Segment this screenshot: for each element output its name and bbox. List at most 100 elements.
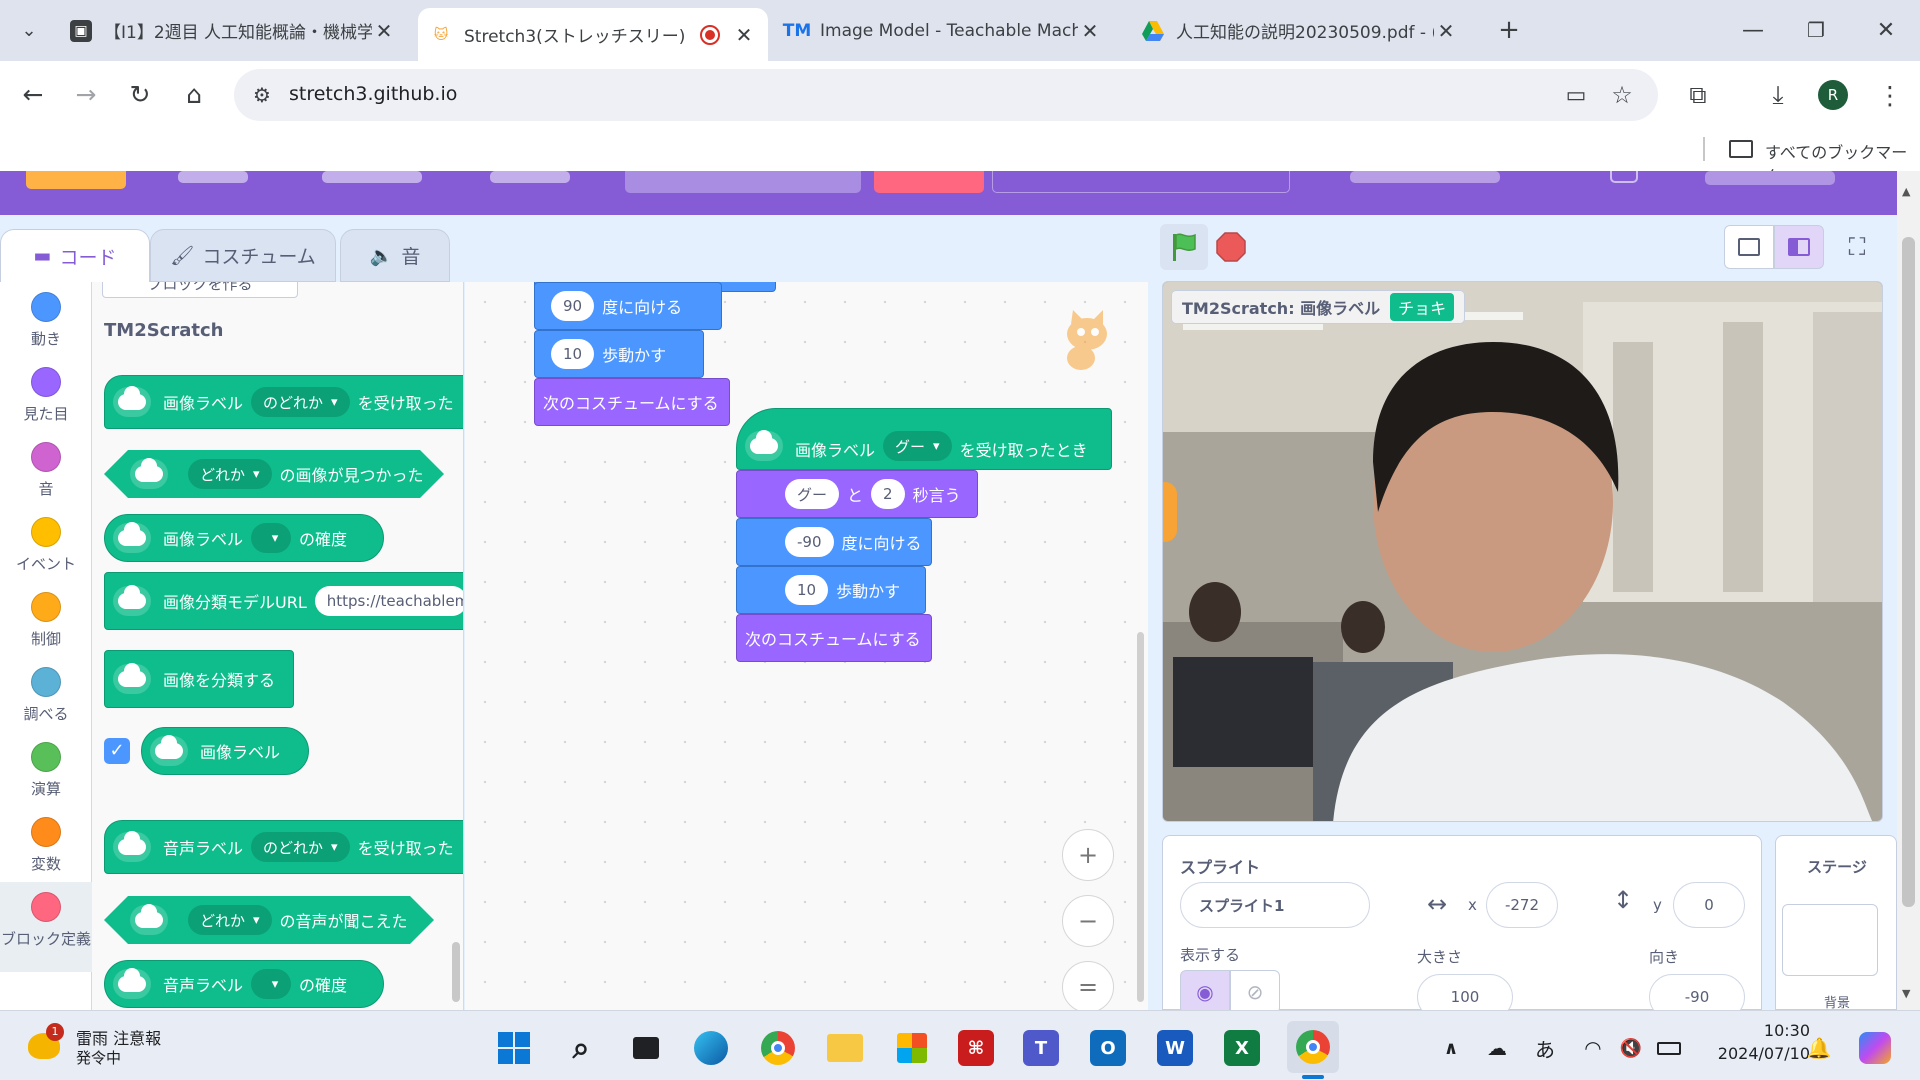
seconds-input[interactable]: 2	[871, 479, 905, 509]
tab-stretch3[interactable]: 🐱 Stretch3(ストレッチスリー) ✕	[418, 8, 768, 61]
battery-icon[interactable]	[1648, 1027, 1690, 1069]
reload-icon[interactable]: ↻	[122, 76, 158, 112]
zoom-out-button[interactable]: −	[1062, 895, 1114, 947]
avatar[interactable]: R	[1818, 80, 1848, 110]
move-steps-block[interactable]: 10 歩動かす	[534, 330, 704, 378]
steps-input[interactable]: 10	[551, 339, 595, 369]
task-view-icon[interactable]	[625, 1027, 667, 1069]
windows-start-icon[interactable]	[493, 1027, 535, 1069]
model-url-input[interactable]: https://teachablem	[314, 586, 463, 616]
label-dropdown[interactable]: のどれか	[251, 832, 350, 862]
close-tab-icon[interactable]: ✕	[372, 19, 396, 43]
tab-classroom[interactable]: ▣ 【I1】2週目 人工知能概論・機械学 ✕	[58, 8, 408, 53]
category-motion[interactable]: 動き	[0, 292, 92, 349]
tab-costume[interactable]: 🖌 コスチューム	[150, 229, 336, 282]
label-dropdown[interactable]: のどれか	[251, 387, 350, 417]
stretch3-logo[interactable]	[26, 171, 126, 189]
steps-input[interactable]: 10	[785, 575, 829, 605]
fullscreen-button[interactable]: ⛶	[1832, 225, 1882, 269]
image-label-received-hat[interactable]: 画像ラベル グー を受け取ったとき	[736, 408, 1112, 470]
label-dropdown[interactable]: どれか	[188, 459, 272, 489]
new-tab-icon[interactable]: +	[1491, 12, 1527, 48]
ime-indicator[interactable]: あ	[1524, 1027, 1566, 1069]
palette-image-confidence-reporter[interactable]: 画像ラベル の確度	[104, 514, 384, 562]
small-stage-button[interactable]	[1724, 225, 1774, 269]
back-icon[interactable]: ←	[15, 76, 51, 112]
site-info-icon[interactable]: ⚙	[244, 77, 280, 113]
search-icon[interactable]: ⌕	[560, 1027, 602, 1069]
point-in-direction-block[interactable]: 90 度に向ける	[534, 282, 722, 330]
home-icon[interactable]: ⌂	[176, 76, 212, 112]
workspace-scrollbar[interactable]	[1137, 632, 1144, 1002]
palette-image-found-boolean[interactable]: どれか の画像が見つかった	[104, 450, 444, 498]
scroll-down-arrow-icon[interactable]: ▼	[1902, 987, 1910, 1000]
palette-image-model-url-block[interactable]: 画像分類モデルURL https://teachablem	[104, 572, 463, 630]
category-sound[interactable]: 音	[0, 442, 92, 499]
edge-icon[interactable]	[690, 1027, 732, 1069]
forward-icon[interactable]: →	[68, 76, 104, 112]
settings-menu[interactable]	[178, 171, 248, 183]
teams-icon[interactable]: T	[1023, 1030, 1059, 1066]
extensions-icon[interactable]: ⧉	[1680, 77, 1716, 113]
chrome-active-icon[interactable]	[1287, 1021, 1339, 1073]
variable-monitor[interactable]: TM2Scratch: 画像ラベル チョキ	[1171, 290, 1466, 324]
palette-sound-heard-boolean[interactable]: どれか の音声が聞こえた	[104, 896, 434, 944]
category-operators[interactable]: 演算	[0, 742, 92, 799]
file-menu[interactable]	[322, 171, 422, 183]
file-explorer-icon[interactable]	[824, 1027, 866, 1069]
close-tab-icon[interactable]: ✕	[1434, 19, 1458, 43]
stage-canvas[interactable]: TM2Scratch: 画像ラベル チョキ	[1162, 281, 1883, 822]
palette-scrollbar[interactable]	[452, 942, 460, 1002]
stop-button[interactable]	[1216, 232, 1246, 262]
edit-menu[interactable]	[490, 171, 570, 183]
excel-icon[interactable]: X	[1224, 1030, 1260, 1066]
tab-drive-pdf[interactable]: 人工知能の説明20230509.pdf - ( ✕	[1130, 8, 1470, 53]
download-icon[interactable]: ⤓	[1760, 77, 1796, 113]
label-dropdown[interactable]: どれか	[188, 905, 272, 935]
tab-sound[interactable]: 🔈 音	[340, 229, 450, 282]
say-text-input[interactable]: グー	[785, 479, 840, 509]
normal-stage-button[interactable]	[1774, 225, 1824, 269]
category-variables[interactable]: 変数	[0, 817, 92, 874]
bookmark-star-icon[interactable]: ☆	[1604, 77, 1640, 113]
say-for-secs-block[interactable]: グー と 2 秒言う	[736, 470, 978, 518]
camera-icon[interactable]: ▭	[1558, 77, 1594, 113]
zoom-reset-button[interactable]: =	[1062, 961, 1114, 1010]
category-my-blocks[interactable]: ブロック定義	[0, 882, 92, 972]
category-sensing[interactable]: 調べる	[0, 667, 92, 724]
palette-sound-label-received-hat[interactable]: 音声ラベル のどれか を受け取った	[104, 820, 463, 874]
restore-window-icon[interactable]: ❐	[1798, 12, 1834, 48]
stage-selector[interactable]: ステージ 背景	[1775, 835, 1897, 1011]
make-block-button[interactable]: ブロックを作る	[102, 282, 298, 298]
label-dropdown[interactable]	[251, 969, 292, 999]
page-scrollbar[interactable]: ▲ ▼	[1897, 171, 1920, 1010]
next-costume-block[interactable]: 次のコスチュームにする	[534, 378, 730, 426]
category-looks[interactable]: 見た目	[0, 367, 92, 424]
tab-code[interactable]: ▬ コード	[0, 229, 150, 282]
category-events[interactable]: イベント	[0, 517, 92, 574]
move-steps-block[interactable]: 10 歩動かす	[736, 566, 926, 614]
tutorials-button[interactable]	[1350, 171, 1500, 183]
x-position-input[interactable]: -272	[1486, 882, 1558, 928]
address-bar[interactable]: ⚙ stretch3.github.io ▭ ☆	[234, 69, 1658, 121]
close-window-icon[interactable]: ✕	[1868, 12, 1904, 48]
green-flag-button[interactable]	[1160, 224, 1208, 270]
word-icon[interactable]: W	[1157, 1030, 1193, 1066]
category-control[interactable]: 制御	[0, 592, 92, 649]
outlook-icon[interactable]: O	[1090, 1030, 1126, 1066]
direction-input[interactable]: -90	[785, 527, 834, 557]
scroll-up-arrow-icon[interactable]: ▲	[1902, 185, 1910, 198]
tab-teachable-machine[interactable]: TM Image Model - Teachable Mach ✕	[774, 8, 1114, 53]
close-tab-icon[interactable]: ✕	[732, 23, 756, 47]
volume-muted-icon[interactable]: 🔇	[1610, 1027, 1652, 1069]
point-in-direction-block[interactable]: -90 度に向ける	[736, 518, 932, 566]
palette-image-label-received-hat[interactable]: 画像ラベル のどれか を受け取った	[104, 375, 463, 429]
hide-sprite-button[interactable]: ⊘	[1230, 970, 1280, 1014]
sprite-cat[interactable]	[1163, 482, 1177, 542]
clock[interactable]: 10:30 2024/07/10	[1700, 1021, 1810, 1063]
project-title-input[interactable]	[625, 171, 861, 193]
palette-image-label-reporter[interactable]: 画像ラベル	[141, 727, 309, 775]
wifi-icon[interactable]: ◠	[1572, 1027, 1614, 1069]
copilot-icon[interactable]	[1854, 1027, 1896, 1069]
close-tab-icon[interactable]: ✕	[1078, 19, 1102, 43]
